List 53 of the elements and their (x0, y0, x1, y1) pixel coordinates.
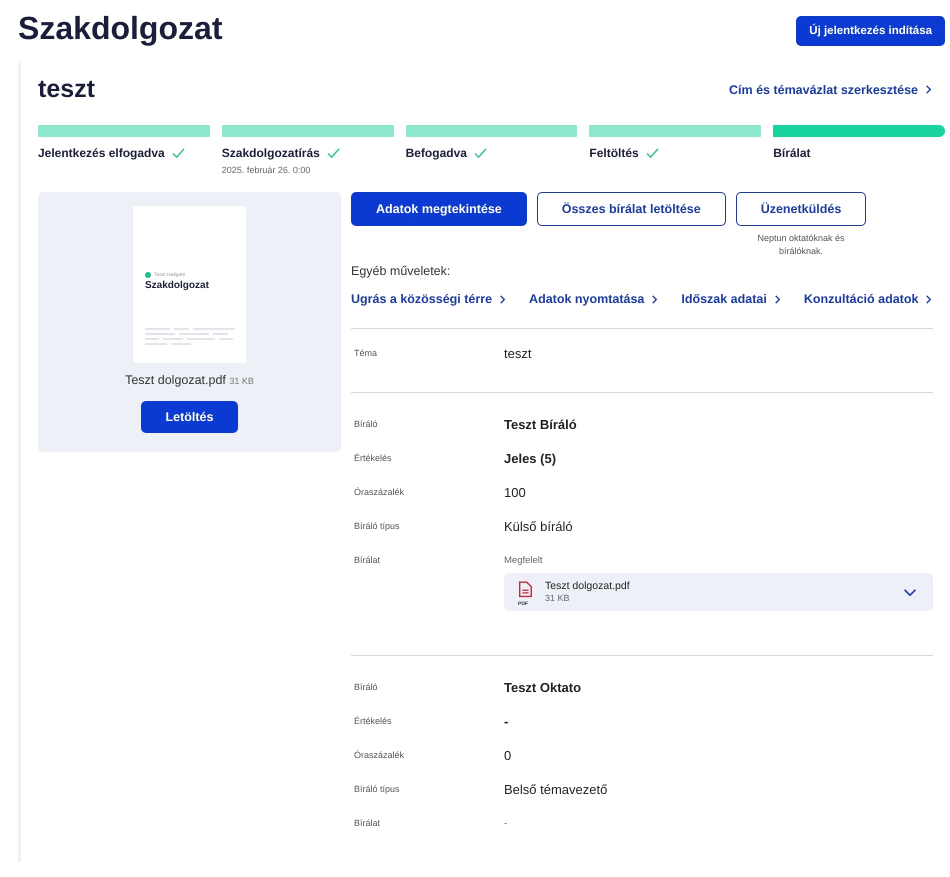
field-label: Értékelés (353, 453, 393, 463)
field-value: Megfelelt (504, 554, 543, 566)
field-value: Teszt Bíráló (504, 416, 577, 432)
action-button[interactable]: Összes bírálat letöltése (536, 192, 726, 226)
page-title: Szakdolgozat (18, 9, 222, 48)
other-actions-label: Egyéb műveletek: (351, 264, 452, 278)
chevron-right-icon (924, 294, 934, 304)
chevron-right-icon (650, 294, 660, 304)
action-link[interactable]: Időszak adatai (681, 292, 782, 306)
field-label: Téma (353, 348, 378, 358)
button-note: Neptun oktatóknak és bírálóknak. (756, 232, 846, 258)
new-application-button[interactable]: Új jelentkezés indítása (796, 16, 945, 46)
file-name: Teszt dolgozat.pdf (125, 373, 226, 387)
step-label: Befogadva (406, 146, 467, 160)
field-value: Belső témavezető (504, 782, 608, 796)
download-button[interactable]: Letöltés (140, 401, 238, 433)
chevron-down-icon (903, 588, 918, 596)
field-label: Bírálat (353, 818, 382, 828)
step-label: Jelentkezés elfogadva (38, 146, 165, 160)
chevron-right-icon (924, 84, 933, 95)
action-button[interactable]: Adatok megtekintése (351, 192, 527, 226)
field-label: Bírálat (353, 555, 382, 565)
field-label: Bíráló (353, 682, 379, 692)
chevron-right-icon (772, 294, 782, 304)
step-label: Feltöltés (589, 146, 639, 160)
edit-link[interactable]: Cím és témavázlat szerkesztése (728, 82, 933, 96)
action-link[interactable]: Ugrás a közösségi térre (351, 292, 508, 306)
field-label: Bíráló típus (353, 521, 401, 531)
field-value: Teszt Oktato (504, 680, 582, 694)
field-value: 0 (504, 748, 512, 762)
field-label: Bíráló (353, 419, 379, 429)
attachment-size: 31 KB (545, 592, 571, 604)
step-label: Bírálat (773, 146, 811, 160)
field-value: teszt (504, 346, 532, 360)
field-value: Jeles (5) (504, 450, 556, 466)
field-value: 100 (504, 484, 526, 500)
action-link[interactable]: Konzultáció adatok (804, 292, 934, 306)
thumbnail-heading: Szakdolgozat (145, 280, 210, 291)
field-value: - (504, 818, 508, 828)
action-link[interactable]: Adatok nyomtatása (529, 292, 660, 306)
field-value: - (504, 714, 508, 728)
field-label: Bíráló típus (353, 784, 401, 794)
file-size: 31 KB (229, 376, 254, 386)
step-date: 2025. február 26. 0:00 (222, 165, 312, 175)
step-label: Szakdolgozatírás (222, 146, 320, 160)
field-label: Óraszázalék (353, 487, 406, 497)
action-button[interactable]: Üzenetküldés (736, 192, 866, 226)
attachment-name: Teszt dolgozat.pdf (545, 580, 630, 592)
thesis-title: teszt (38, 75, 95, 104)
field-label: Óraszázalék (353, 750, 406, 760)
chevron-right-icon (498, 294, 508, 304)
field-label: Értékelés (353, 716, 393, 726)
field-value: Külső bíráló (504, 518, 573, 534)
